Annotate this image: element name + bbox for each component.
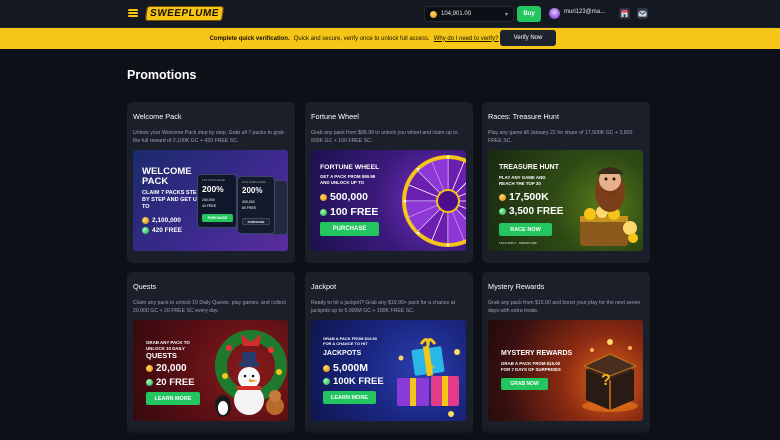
jp-label: JP xyxy=(424,363,436,374)
card-description: Grab any pack from $15.00 and boost your… xyxy=(488,300,641,314)
banner-fine-print: T&CS APPLY · SWEEPLUME xyxy=(499,241,537,245)
gc-amount: 20,000 xyxy=(146,363,187,374)
card-title: Welcome Pack xyxy=(133,112,182,121)
purchase-button-1[interactable]: PURCHASE xyxy=(202,214,233,222)
race-now-button[interactable]: RACE NOW xyxy=(499,223,552,236)
gc-coin-icon xyxy=(499,193,506,201)
treasure-hunt-banner[interactable]: TREASURE HUNT PLAY ANY GAME AND REACH TH… xyxy=(488,150,643,251)
banner-subtext: GET A PACK FROM $99.99 AND UNLOCK UP TO xyxy=(320,174,376,185)
gc-coin-icon xyxy=(320,193,327,201)
sc-coin-icon xyxy=(323,378,330,385)
card-description: Play any game till January 22 for share … xyxy=(488,130,633,144)
banner-headline: TREASURE HUNT xyxy=(499,164,559,171)
pirate-illustration-icon xyxy=(580,167,638,246)
pack-card-1: 1ST PURCHASE 200% 200,000 40 FREE PURCHA… xyxy=(197,174,237,228)
banner-headline: JACKPOTS xyxy=(323,350,362,357)
sc-coin-icon xyxy=(142,227,149,234)
gc-amount: 5,000M xyxy=(323,362,368,374)
banner-headline: FORTUNE WHEEL xyxy=(320,164,380,171)
card-description: Unlock your Welcome Pack step by step. G… xyxy=(133,130,284,144)
banner-headline: QUESTS xyxy=(146,351,177,360)
verification-banner: Complete quick verification. Quick and s… xyxy=(0,28,780,49)
learn-more-button[interactable]: LEARN MORE xyxy=(323,391,376,404)
bottom-fade xyxy=(0,425,780,440)
card-title: Mystery Rewards xyxy=(488,282,545,291)
card-title: Fortune Wheel xyxy=(311,112,359,121)
quests-banner[interactable]: GRAB ANY PACK TO UNLOCK 10 DAILY QUESTS … xyxy=(133,320,288,421)
balance-selector[interactable]: 104,901.00 ▾ xyxy=(424,6,514,22)
username[interactable]: muri123@ma... xyxy=(564,9,605,15)
banner-bold: Complete quick verification. xyxy=(209,35,290,42)
menu-icon[interactable] xyxy=(128,9,138,17)
banner-subtext: PLAY ANY GAME AND REACH THE TOP 30 xyxy=(499,175,546,186)
wreath-snowman-icon xyxy=(215,330,287,417)
gc-amount: 500,000 xyxy=(320,191,368,203)
jackpot-banner[interactable]: GRAB A PACK FROM $19.99 FOR A CHANCE TO … xyxy=(311,320,466,421)
sc-amount: 420 FREE xyxy=(142,227,182,234)
sc-amount: 100 FREE xyxy=(320,206,378,218)
promo-card-treasure-hunt[interactable]: Races: Treasure Hunt Play any game till … xyxy=(482,102,650,263)
gc-coin-icon xyxy=(142,217,149,224)
why-verify-link[interactable]: Why do I need to verify? xyxy=(434,36,499,42)
promo-card-fortune-wheel[interactable]: Fortune Wheel Grab any pack from $99.99 … xyxy=(305,102,473,263)
card-title: Jackpot xyxy=(311,282,337,291)
promo-card-mystery-rewards[interactable]: Mystery Rewards Grab any pack from $15.0… xyxy=(482,272,650,433)
card-description: Grab any pack from $99.99 to unlock you … xyxy=(311,130,458,144)
question-mark: ? xyxy=(601,372,611,389)
sc-coin-icon xyxy=(499,208,506,215)
sc-amount: 100K FREE xyxy=(323,376,384,387)
sc-coin-icon xyxy=(320,208,327,216)
promo-card-welcome-pack[interactable]: Welcome Pack Unlock your Welcome Pack st… xyxy=(127,102,295,263)
gc-amount: 2,100,000 xyxy=(142,217,181,224)
sc-amount: 20 FREE xyxy=(146,377,195,388)
purchase-button[interactable]: PURCHASE xyxy=(320,222,379,236)
promo-card-quests[interactable]: Quests Claim any pack to unlock 10 Daily… xyxy=(127,272,295,433)
banner-subtext: GRAB ANY PACK TO UNLOCK 10 DAILY xyxy=(146,340,190,351)
pack-card-2: 2ND PURCHASE 200% 400,000 80 FREE PURCHA… xyxy=(237,176,275,234)
grab-now-button[interactable]: GRAB NOW xyxy=(501,378,548,390)
fortune-wheel-banner[interactable]: FORTUNE WHEEL GET A PACK FROM $99.99 AND… xyxy=(311,150,466,251)
card-title: Races: Treasure Hunt xyxy=(488,112,559,121)
verify-now-button[interactable]: Verify Now xyxy=(500,30,556,46)
balance-value: 104,901.00 xyxy=(441,11,472,17)
mystery-rewards-banner[interactable]: MYSTERY REWARDS GRAB A PACK FROM $15.00 … xyxy=(488,320,643,421)
banner-subtext: GRAB A PACK FROM $19.99 FOR A CHANCE TO … xyxy=(323,336,377,346)
banner-headline: MYSTERY REWARDS xyxy=(501,350,573,357)
sc-coin-icon xyxy=(146,379,153,386)
banner-subtext: GRAB A PACK FROM $15.00 FOR 7 DAYS OF SU… xyxy=(501,361,561,372)
top-bar: SWEEPLUME 104,901.00 ▾ Buy muri123@ma... xyxy=(0,0,780,28)
buy-button[interactable]: Buy xyxy=(517,6,541,22)
chevron-down-icon: ▾ xyxy=(504,11,508,18)
banner-subtext: CLAIM 7 PACKS STEP BY STEP AND GET UP TO xyxy=(142,190,201,210)
coin-icon xyxy=(430,10,437,18)
gc-amount: 17,500K xyxy=(499,191,549,203)
wheel-icon xyxy=(402,155,466,247)
gc-coin-icon xyxy=(146,365,153,372)
store-icon[interactable] xyxy=(619,8,630,19)
card-description: Ready to hit a jackpot? Grab any $19.99+… xyxy=(311,300,456,314)
sc-amount: 3,500 FREE xyxy=(499,206,563,217)
mail-icon[interactable] xyxy=(637,8,648,19)
page-title: Promotions xyxy=(127,68,197,82)
purchase-button-2[interactable]: PURCHASE xyxy=(242,218,270,225)
banner-text: Quick and secure, verify once to unlock … xyxy=(293,35,430,42)
card-description: Claim any pack to unlock 10 Daily Quests… xyxy=(133,300,286,314)
site-logo[interactable]: SWEEPLUME xyxy=(144,6,225,21)
gc-coin-icon xyxy=(323,364,330,372)
learn-more-button[interactable]: LEARN MORE xyxy=(146,392,200,405)
avatar[interactable] xyxy=(549,8,560,19)
welcome-pack-banner[interactable]: WELCOME PACK CLAIM 7 PACKS STEP BY STEP … xyxy=(133,150,288,251)
card-title: Quests xyxy=(133,282,157,291)
promo-card-jackpot[interactable]: Jackpot Ready to hit a jackpot? Grab any… xyxy=(305,272,473,433)
